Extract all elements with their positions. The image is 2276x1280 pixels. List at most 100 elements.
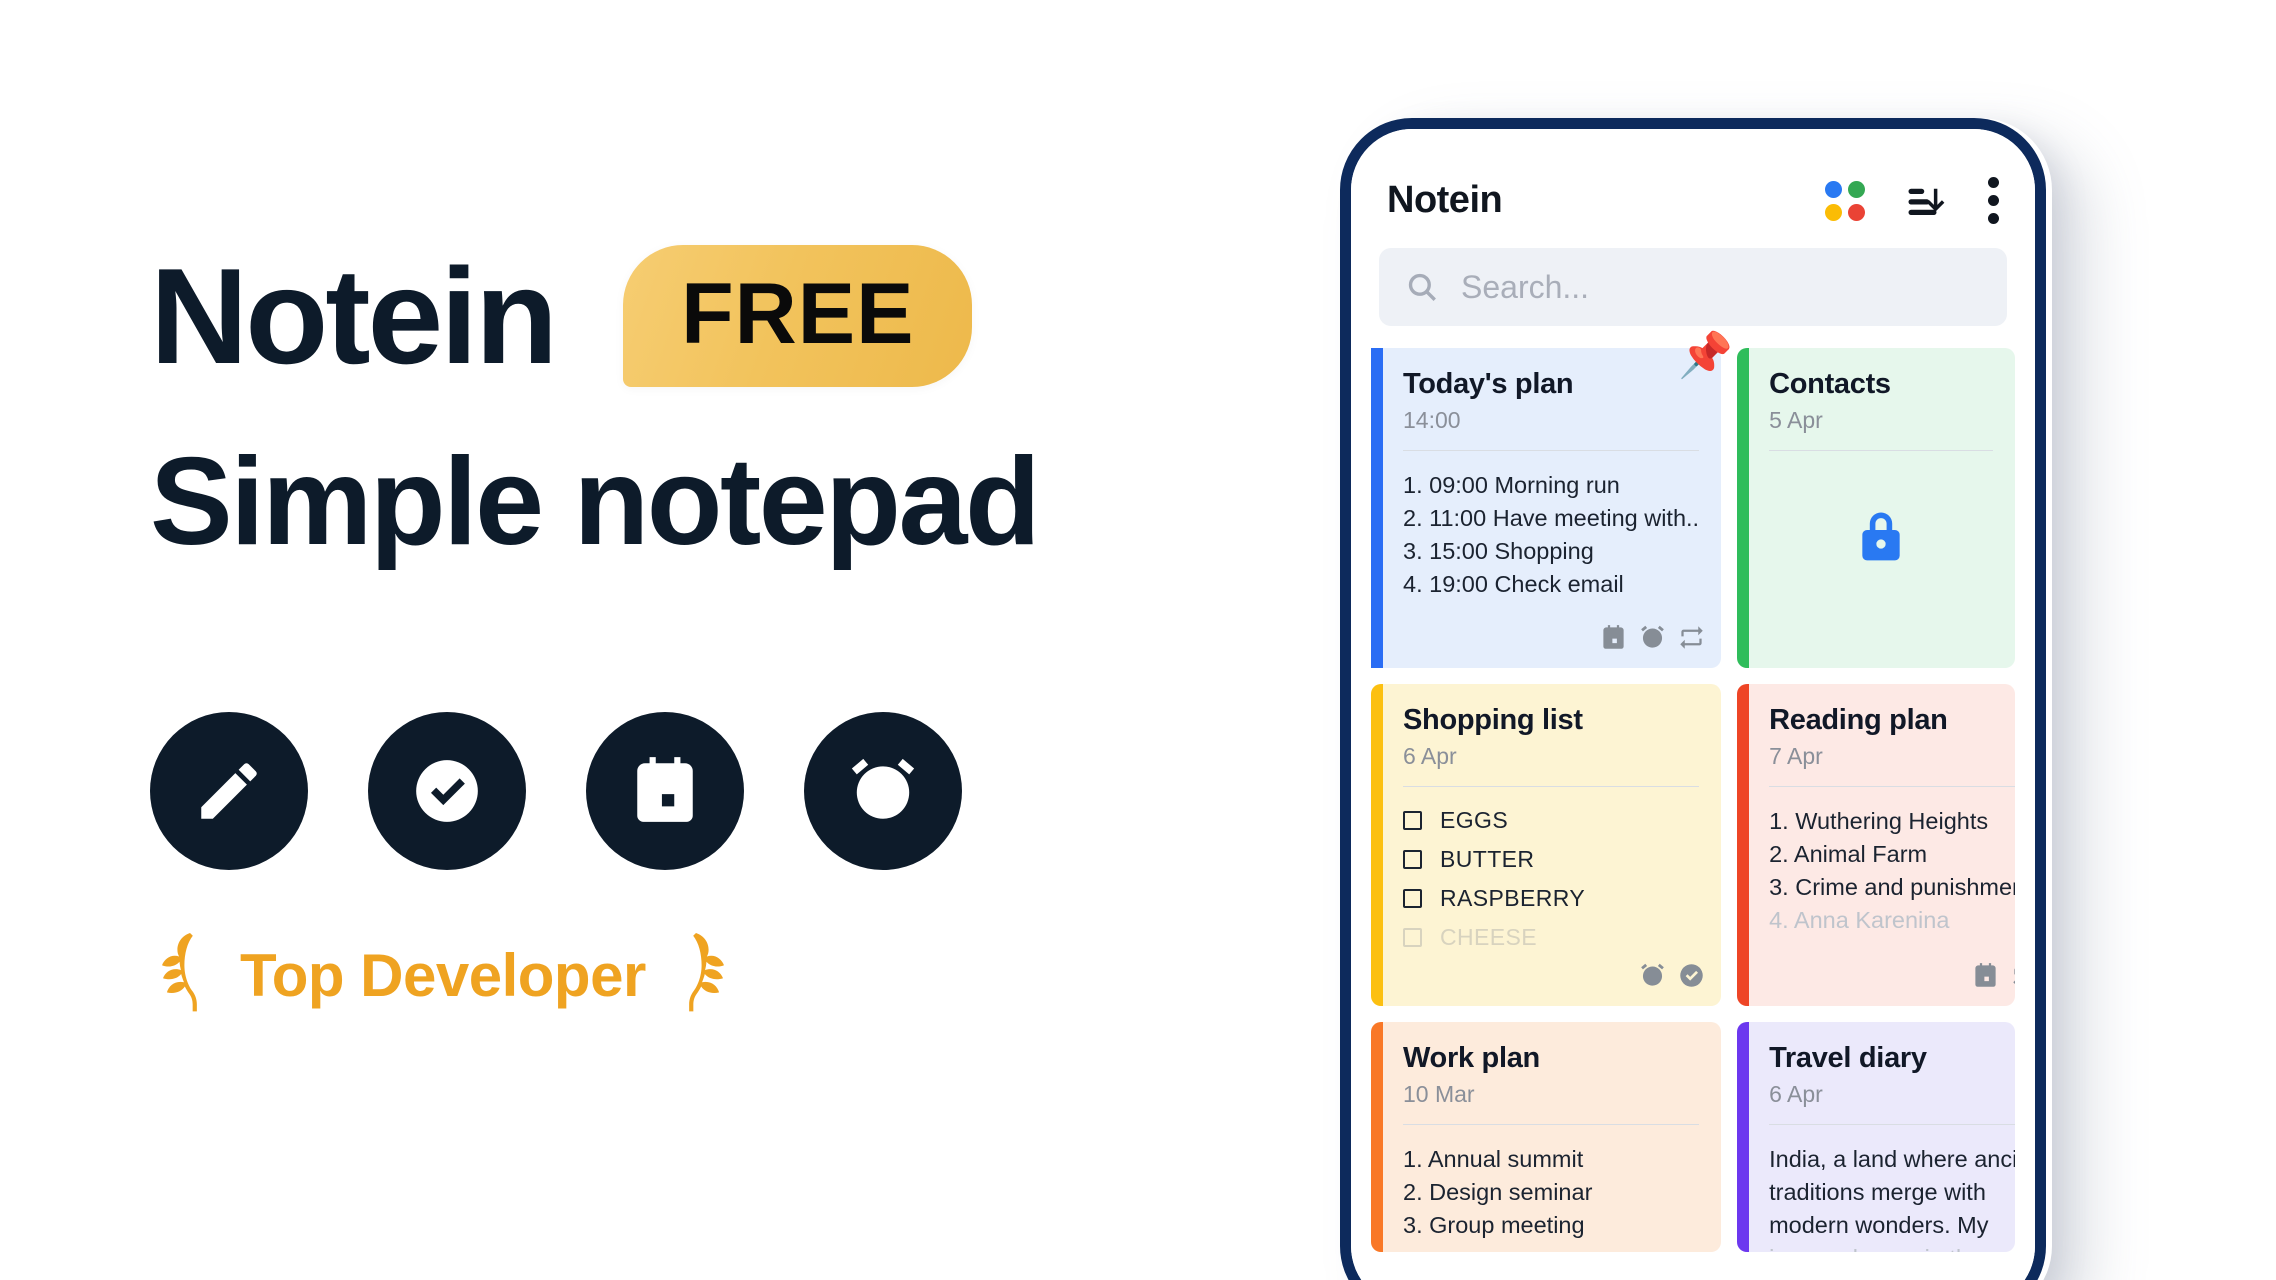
note-title: Work plan xyxy=(1403,1042,1540,1074)
checkbox-icon[interactable] xyxy=(1403,850,1422,870)
note-line: 1. 09:00 Morning run xyxy=(1403,472,1620,499)
note-body: Shopping list 6 Apr EGGS BUTTER RASPBERRY CHE… xyxy=(1383,684,1721,1006)
note-date: 7 Apr xyxy=(1769,743,1823,770)
note-line-faded: journey began in the xyxy=(1769,1242,2015,1252)
note-divider xyxy=(1403,450,1700,452)
note-title: Reading plan xyxy=(1769,704,1948,736)
note-line: traditions merge with xyxy=(1769,1179,1986,1206)
note-title: Shopping list xyxy=(1403,704,1583,736)
note-line: 1. Annual summit xyxy=(1403,1146,1584,1173)
note-meta-icons xyxy=(1972,962,2015,994)
note-meta-icons xyxy=(1639,962,1705,994)
note-title: Contacts xyxy=(1769,368,1891,400)
search-placeholder: Search... xyxy=(1461,268,1590,305)
note-accent-bar xyxy=(1737,1022,1750,1252)
note-line: 1. Wuthering Heights xyxy=(1769,808,1989,835)
note-divider xyxy=(1403,1124,1700,1126)
note-date: 5 Apr xyxy=(1769,407,1823,434)
feature-icon-row xyxy=(150,712,962,870)
note-card[interactable]: Today's plan 14:00 1. 09:00 Morning run 2. … xyxy=(1371,334,1733,668)
app-bar-actions xyxy=(1825,177,1999,224)
note-line: 3. 15:00 Shopping xyxy=(1403,538,1594,565)
note-divider xyxy=(1769,786,2015,788)
calendar-icon xyxy=(586,712,744,870)
checkbox-icon[interactable] xyxy=(1403,889,1422,909)
note-accent-bar xyxy=(1737,684,1750,1006)
app-bar: Notein xyxy=(1351,129,2035,224)
notes-grid: Today's plan 14:00 1. 09:00 Morning run 2. … xyxy=(1371,334,2015,1252)
note-line: India, a land where ancient xyxy=(1769,1146,2015,1173)
note-date: 14:00 xyxy=(1403,407,1461,434)
more-vertical-icon[interactable] xyxy=(1987,177,1999,224)
note-checklist: EGGS BUTTER RASPBERRY CHEESE xyxy=(1403,807,1699,951)
note-line: 2. Animal Farm xyxy=(1769,841,1928,868)
note-content: India, a land where ancient traditions me… xyxy=(1769,1143,2015,1252)
note-card[interactable]: Travel diary 6 Apr India, a land where anc… xyxy=(1737,1022,2015,1252)
note-content: 1. 09:00 Morning run 2. 11:00 Have meetin… xyxy=(1403,469,1699,601)
screenshot-root: Notein FREE Simple notepad Top Developer… xyxy=(0,0,2276,1280)
checkbox-icon[interactable] xyxy=(1403,928,1422,948)
note-line: 3. Group meeting xyxy=(1403,1212,1585,1239)
checklist-label: BUTTER xyxy=(1440,846,1535,873)
note-date: 6 Apr xyxy=(1403,743,1457,770)
note-line: 3. Crime and punishment xyxy=(1769,874,2015,901)
checklist-label: CHEESE xyxy=(1440,924,1537,951)
repeat-icon xyxy=(2011,962,2015,994)
brand-title-row: Notein FREE xyxy=(150,240,973,392)
top-developer-label: Top Developer xyxy=(240,941,646,1009)
brand-name: Notein xyxy=(150,240,558,392)
note-content: 1. Wuthering Heights 2. Animal Farm 3. Cri… xyxy=(1769,805,2015,937)
color-palette-icon[interactable] xyxy=(1825,180,1865,221)
note-line: 2. Design seminar xyxy=(1403,1179,1593,1206)
checklist-label: EGGS xyxy=(1440,807,1509,834)
note-line-faded: 4. Anna Karenina xyxy=(1769,907,1950,934)
top-developer-badge: Top Developer xyxy=(148,930,738,1020)
note-body: Contacts 5 Apr xyxy=(1749,348,2015,668)
phone-frame: Notein Search... Today's plan 14:00 1. 09:… xyxy=(1340,118,2046,1280)
sort-icon[interactable] xyxy=(1905,180,1947,222)
note-body: Today's plan 14:00 1. 09:00 Morning run 2. … xyxy=(1383,348,1721,668)
phone-screen: Notein Search... Today's plan 14:00 1. 09:… xyxy=(1351,129,2035,1280)
calendar-icon xyxy=(1972,962,1999,994)
promo-subtitle: Simple notepad xyxy=(150,433,1041,571)
lock-icon xyxy=(1769,451,1993,623)
checklist-label: RASPBERRY xyxy=(1440,885,1586,912)
note-divider xyxy=(1403,786,1700,788)
checklist-item[interactable]: RASPBERRY xyxy=(1403,885,1699,912)
note-card[interactable]: Shopping list 6 Apr EGGS BUTTER RASPBERRY CHE… xyxy=(1371,684,1722,1006)
note-date: 10 Mar xyxy=(1403,1081,1475,1108)
note-card[interactable]: Work plan 10 Mar 1. Annual summit 2. Design… xyxy=(1371,1022,1722,1252)
note-accent-bar xyxy=(1737,348,1750,668)
pin-icon[interactable]: 📌 xyxy=(1678,334,1733,378)
note-line: 4. 19:00 Check email xyxy=(1403,571,1624,598)
checklist-item[interactable]: BUTTER xyxy=(1403,846,1699,873)
note-body: Reading plan 7 Apr 1. Wuthering Heights 2. … xyxy=(1749,684,2015,1006)
note-meta-icons xyxy=(1600,624,1705,656)
calendar-icon xyxy=(1600,624,1627,656)
note-accent-bar xyxy=(1371,684,1383,1006)
checklist-item[interactable]: CHEESE xyxy=(1403,924,1699,951)
note-accent-bar xyxy=(1371,348,1383,668)
note-accent-bar xyxy=(1371,1022,1383,1252)
laurel-right-icon xyxy=(682,930,738,1020)
alarm-clock-icon xyxy=(804,712,962,870)
checkbox-icon[interactable] xyxy=(1403,811,1422,831)
laurel-left-icon xyxy=(148,930,204,1020)
note-date: 6 Apr xyxy=(1769,1081,1823,1108)
note-card[interactable]: Contacts 5 Apr xyxy=(1737,348,2015,668)
note-body: Work plan 10 Mar 1. Annual summit 2. Design… xyxy=(1383,1022,1721,1252)
checklist-item[interactable]: EGGS xyxy=(1403,807,1699,834)
search-icon xyxy=(1408,273,1436,301)
repeat-icon xyxy=(1678,624,1705,656)
note-line: modern wonders. My xyxy=(1769,1212,1989,1239)
check-circle-icon xyxy=(368,712,526,870)
note-card[interactable]: Reading plan 7 Apr 1. Wuthering Heights 2. … xyxy=(1737,684,2015,1006)
note-title: Today's plan xyxy=(1403,368,1574,400)
note-divider xyxy=(1769,1124,2015,1126)
promo-panel: Notein FREE Simple notepad Top Developer xyxy=(0,0,1330,1280)
note-body: Travel diary 6 Apr India, a land where anc… xyxy=(1749,1022,2015,1252)
alarm-clock-icon xyxy=(1639,624,1666,656)
free-badge: FREE xyxy=(623,245,973,387)
search-input[interactable]: Search... xyxy=(1379,248,2007,326)
note-line: 2. 11:00 Have meeting with.. xyxy=(1403,505,1700,532)
